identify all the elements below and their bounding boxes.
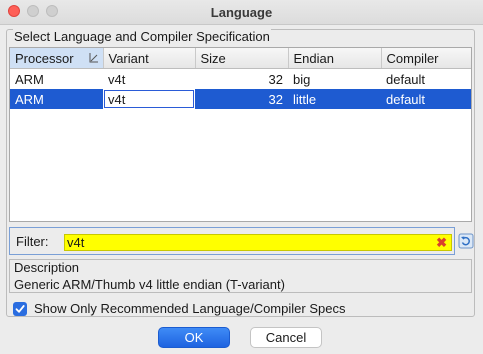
- checkmark-icon: [15, 304, 25, 313]
- cell-compiler: default: [381, 89, 471, 109]
- cancel-button[interactable]: Cancel: [250, 327, 322, 348]
- column-header-size[interactable]: Size: [195, 48, 289, 69]
- table-row[interactable]: ARM v4t 32 big default: [10, 68, 471, 89]
- close-window-button[interactable]: [8, 5, 20, 17]
- language-dialog: Language Select Language and Compiler Sp…: [0, 0, 483, 354]
- cell-size: 32: [195, 68, 288, 89]
- description-text: Generic ARM/Thumb v4 little endian (T-va…: [14, 277, 285, 292]
- recommended-checkbox[interactable]: [13, 301, 27, 316]
- filter-value: v4t: [67, 235, 85, 250]
- column-header-endian[interactable]: Endian: [288, 48, 382, 69]
- column-header-variant[interactable]: Variant: [103, 48, 196, 69]
- cell-size: 32: [195, 89, 288, 109]
- filter-label: Filter:: [16, 234, 49, 249]
- filter-row: Filter: v4t ✖: [9, 227, 474, 255]
- recommended-checkbox-row[interactable]: Show Only Recommended Language/Compiler …: [13, 301, 345, 316]
- zoom-window-button[interactable]: [46, 5, 58, 17]
- filter-panel: Filter: v4t ✖: [9, 227, 455, 255]
- window-title: Language: [210, 4, 273, 20]
- language-table[interactable]: Processor Variant Size Endian Compiler A…: [9, 47, 472, 222]
- refresh-icon[interactable]: [458, 233, 474, 249]
- sort-ascending-icon: [89, 53, 98, 63]
- clear-filter-icon[interactable]: ✖: [436, 236, 447, 250]
- recommended-checkbox-label: Show Only Recommended Language/Compiler …: [34, 301, 346, 316]
- column-header-processor[interactable]: Processor: [10, 48, 104, 69]
- cell-processor: ARM: [10, 89, 103, 109]
- cell-processor: ARM: [10, 68, 103, 89]
- filter-input[interactable]: v4t ✖: [64, 234, 452, 251]
- ok-button[interactable]: OK: [158, 327, 230, 348]
- minimize-window-button[interactable]: [27, 5, 39, 17]
- cell-variant: v4t: [103, 68, 195, 89]
- cell-endian: big: [288, 68, 381, 89]
- group-title: Select Language and Compiler Specificati…: [13, 29, 271, 44]
- window-controls: [8, 5, 58, 17]
- cell-endian: little: [288, 89, 381, 109]
- table-row-selected[interactable]: ARM v4t 32 little default: [10, 89, 471, 109]
- language-group: Select Language and Compiler Specificati…: [6, 29, 475, 317]
- column-header-compiler[interactable]: Compiler: [381, 48, 471, 69]
- cell-variant-focused[interactable]: v4t: [103, 89, 195, 109]
- description-panel: Description Generic ARM/Thumb v4 little …: [9, 259, 472, 293]
- title-bar: Language: [0, 0, 483, 25]
- description-title: Description: [14, 260, 80, 275]
- cell-compiler: default: [381, 68, 471, 89]
